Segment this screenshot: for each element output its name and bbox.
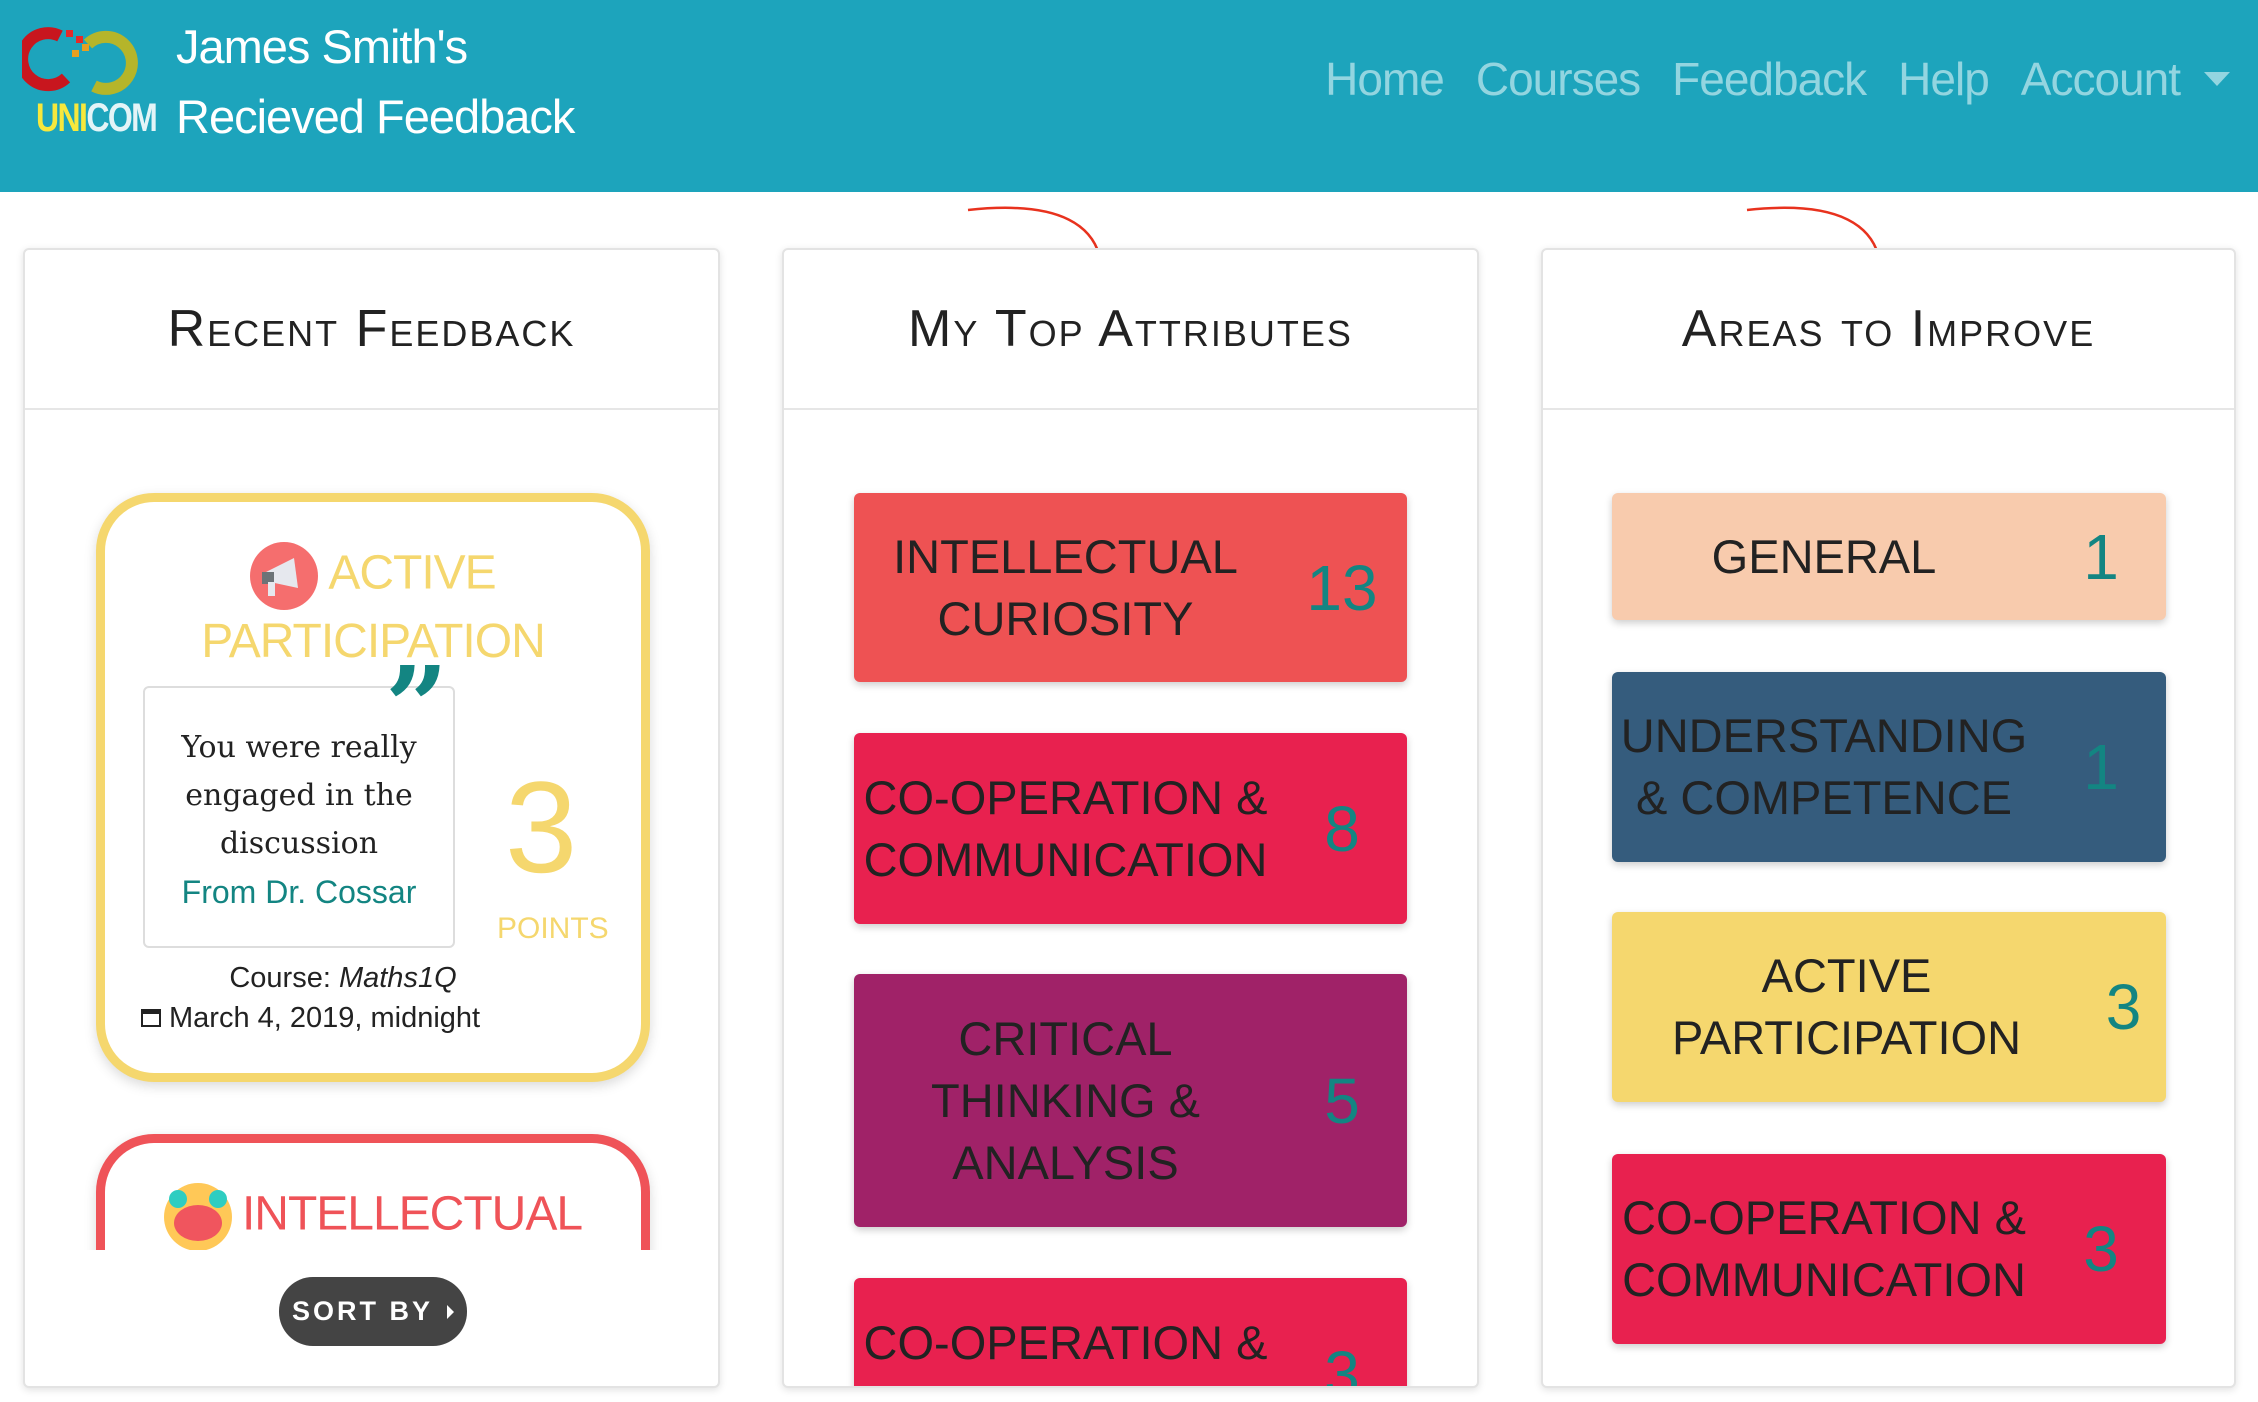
improve-label: CO-OPERATION & COMMUNICATION <box>1622 1191 2026 1306</box>
attribute-count: 8 <box>1324 792 1360 865</box>
feedback-card[interactable]: INTELLECTUAL <box>96 1134 650 1250</box>
improve-count: 1 <box>2083 520 2119 593</box>
course-line: Course: Maths1Q <box>229 962 457 994</box>
improve-label: GENERAL <box>1711 529 1937 583</box>
panel-title: Recent Feedback <box>167 300 576 358</box>
nav-feedback[interactable]: Feedback <box>1672 52 1867 106</box>
attribute-tile[interactable]: CRITICAL THINKING & ANALYSIS 5 <box>854 974 1407 1227</box>
top-navbar: UNICOM James Smith's Recieved Feedback Ho… <box>0 0 2258 192</box>
top-attributes-panel: My Top Attributes INTELLECTUAL CURIOSITY… <box>782 248 1479 1388</box>
improve-label: UNDERSTANDING & COMPETENCE <box>1620 709 2028 824</box>
attribute-tile[interactable]: CO-OPERATION & COMMUNICATION 8 <box>854 733 1407 924</box>
feedback-category: ACTIVE <box>105 542 641 610</box>
improve-tile[interactable]: GENERAL 1 <box>1612 493 2166 620</box>
logo-text: UNICOM <box>36 96 158 140</box>
nav-menu: Home Courses Feedback Help Account <box>1325 52 2230 106</box>
nav-account[interactable]: Account <box>2021 52 2181 106</box>
areas-to-improve-panel: Areas to Improve GENERAL 1 UNDERSTANDING … <box>1541 248 2236 1388</box>
unicom-logo[interactable]: UNICOM <box>16 26 158 140</box>
nav-home[interactable]: Home <box>1325 52 1445 106</box>
caret-right-icon <box>447 1304 454 1319</box>
attribute-label: CRITICAL THINKING & ANALYSIS <box>931 1011 1200 1189</box>
improve-tile[interactable]: CO-OPERATION & COMMUNICATION 3 <box>1612 1154 2166 1344</box>
recent-feedback-panel: Recent Feedback ACTIVE PARTICIPATION You… <box>23 248 720 1388</box>
attribute-count: 3 <box>1324 1337 1360 1388</box>
points-value: 3 <box>505 754 578 900</box>
improve-tile[interactable]: ACTIVE PARTICIPATION 3 <box>1612 912 2166 1102</box>
caret-down-icon[interactable] <box>2204 72 2230 86</box>
feedback-date: March 4, 2019, midnight <box>141 1002 480 1035</box>
attribute-count: 13 <box>1306 551 1378 624</box>
page-title: James Smith's Recieved Feedback <box>176 20 575 143</box>
feedback-category: INTELLECTUAL <box>105 1183 641 1250</box>
points-label: POINTS <box>497 912 609 945</box>
attribute-tile[interactable]: CO-OPERATION & COMMUNICATION 3 <box>854 1278 1407 1388</box>
nav-help[interactable]: Help <box>1898 52 1990 106</box>
improve-count: 3 <box>2105 971 2142 1043</box>
nav-courses[interactable]: Courses <box>1476 52 1641 106</box>
improve-count: 3 <box>2083 1213 2119 1285</box>
calendar-icon <box>141 1009 161 1027</box>
improve-count: 1 <box>2083 731 2119 803</box>
feedback-card[interactable]: ACTIVE PARTICIPATION You were really enga… <box>96 493 650 1082</box>
feedback-category-line2: PARTICIPATION <box>201 615 545 668</box>
improve-label: ACTIVE PARTICIPATION <box>1672 949 2022 1064</box>
sort-by-button[interactable]: SORT BY <box>279 1277 467 1346</box>
quote-marks-icon: ” <box>385 642 449 771</box>
attribute-count: 5 <box>1324 1064 1360 1137</box>
attribute-label: INTELLECTUAL CURIOSITY <box>893 529 1238 645</box>
brain-icon <box>163 1183 232 1250</box>
attribute-label: CO-OPERATION & COMMUNICATION <box>863 770 1268 886</box>
logo-chat-rings-icon <box>16 27 138 95</box>
feedback-author: From Dr. Cossar <box>181 874 417 910</box>
attribute-tile[interactable]: INTELLECTUAL CURIOSITY 13 <box>854 493 1407 682</box>
megaphone-icon <box>250 542 319 610</box>
attribute-label: CO-OPERATION & COMMUNICATION <box>863 1315 1268 1387</box>
panel-title: Areas to Improve <box>1681 300 2096 358</box>
improve-tile[interactable]: UNDERSTANDING & COMPETENCE 1 <box>1612 672 2166 862</box>
panel-title: My Top Attributes <box>908 300 1353 358</box>
